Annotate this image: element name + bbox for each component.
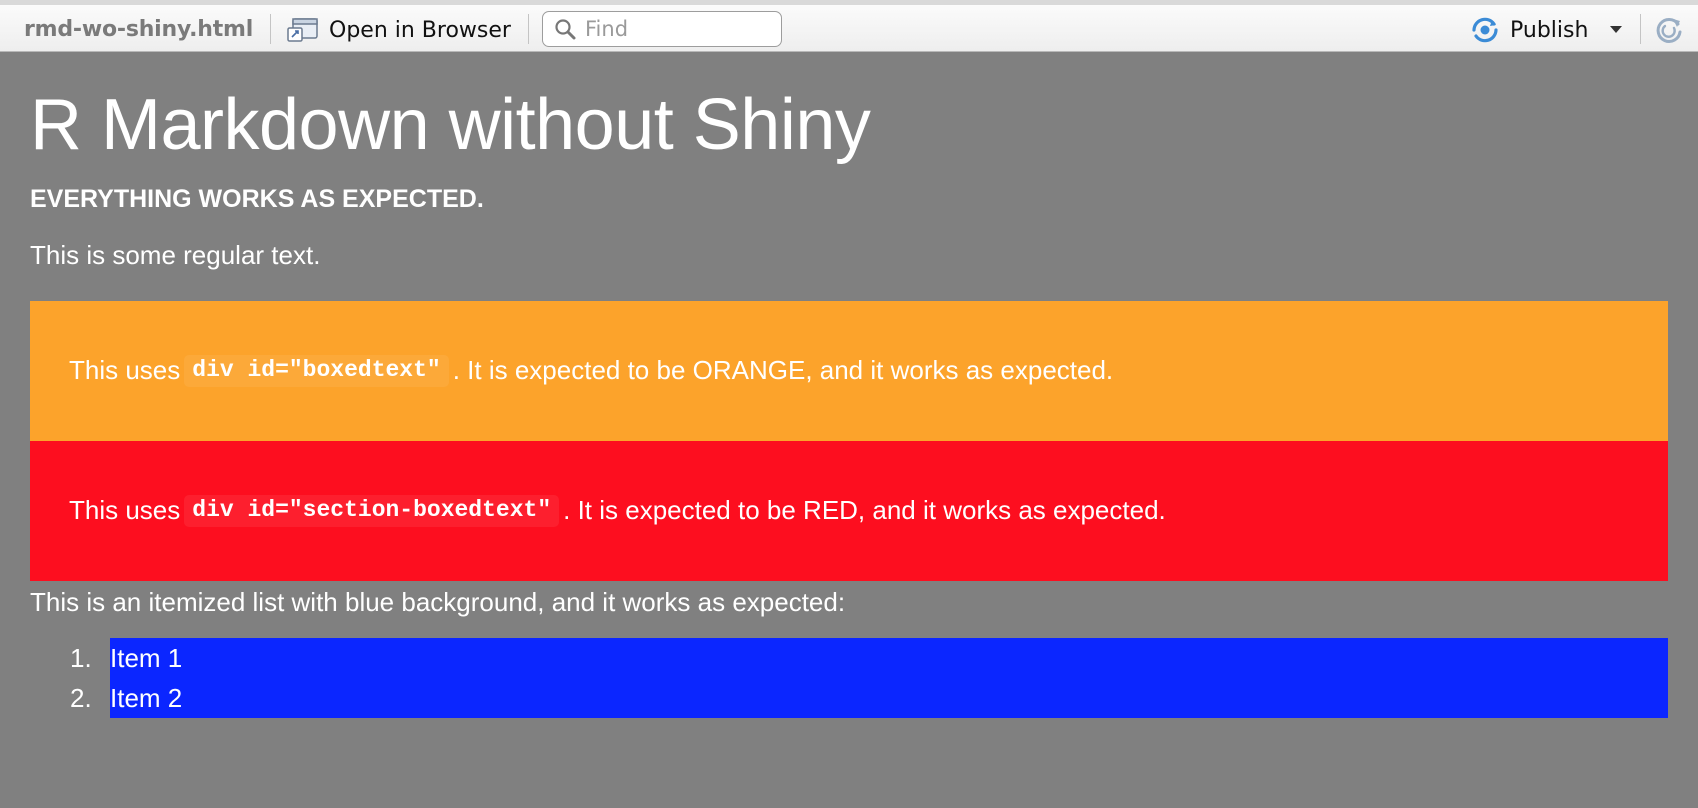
list-item: 1. Item 1 xyxy=(30,637,1668,678)
red-box-code: div id="section-boxedtext" xyxy=(184,494,560,527)
orange-box-code: div id="boxedtext" xyxy=(184,354,449,387)
search-icon xyxy=(555,19,576,40)
toolbar-divider xyxy=(528,14,529,44)
find-input[interactable] xyxy=(585,17,765,41)
orange-boxed-text: This uses div id="boxedtext" . It is exp… xyxy=(30,300,1668,441)
toolbar-divider xyxy=(1640,14,1641,44)
open-in-browser-label: Open in Browser xyxy=(329,17,511,43)
toolbar-divider xyxy=(270,14,271,44)
red-box-suffix: . It is expected to be RED, and it works… xyxy=(563,495,1166,526)
page-title: R Markdown without Shiny xyxy=(30,85,871,165)
page-subtitle: EVERYTHING WORKS AS EXPECTED. xyxy=(30,184,484,213)
list-item-number: 1. xyxy=(70,642,92,673)
file-name-label: rmd-wo-shiny.html xyxy=(24,17,254,42)
publish-label: Publish xyxy=(1510,17,1589,43)
red-boxed-text: This uses div id="section-boxedtext" . I… xyxy=(30,440,1668,581)
list-item-label: Item 1 xyxy=(110,637,1668,678)
red-box-prefix: This uses xyxy=(69,495,181,526)
itemized-list: 1. Item 1 2. Item 2 xyxy=(30,637,1668,718)
find-box[interactable] xyxy=(542,11,782,47)
orange-box-suffix: . It is expected to be ORANGE, and it wo… xyxy=(452,355,1114,386)
chevron-down-icon[interactable] xyxy=(1610,26,1622,33)
regular-text: This is some regular text. xyxy=(30,239,321,270)
publish-button[interactable]: Publish xyxy=(1468,14,1588,46)
viewer-toolbar: rmd-wo-shiny.html Open in Browser Publis… xyxy=(0,0,1698,52)
open-in-browser-icon xyxy=(287,18,318,42)
refresh-icon[interactable] xyxy=(1654,15,1684,45)
list-item-number: 2. xyxy=(70,682,92,713)
rendered-document: R Markdown without Shiny EVERYTHING WORK… xyxy=(30,52,1668,718)
list-item-label: Item 2 xyxy=(110,677,1668,718)
open-in-browser-button[interactable]: Open in Browser xyxy=(285,14,511,46)
list-item: 2. Item 2 xyxy=(30,677,1668,718)
orange-box-prefix: This uses xyxy=(69,355,181,386)
publish-icon xyxy=(1472,17,1498,43)
list-intro-text: This is an itemized list with blue backg… xyxy=(30,586,846,617)
